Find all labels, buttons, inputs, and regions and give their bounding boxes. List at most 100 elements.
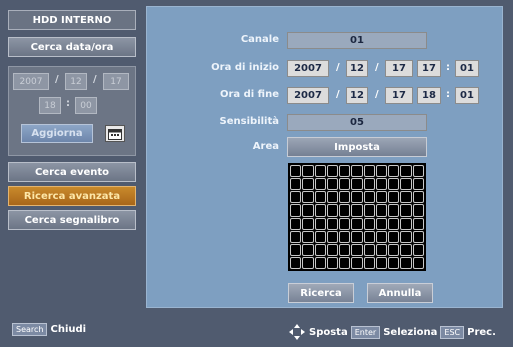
area-cell[interactable] (412, 256, 424, 269)
area-cell[interactable] (351, 191, 363, 204)
area-cell[interactable] (400, 165, 412, 178)
area-cell[interactable] (326, 165, 339, 178)
end-minute-field[interactable]: 01 (455, 87, 479, 104)
area-cell[interactable] (351, 178, 363, 191)
search-button[interactable]: Ricerca (288, 283, 354, 303)
area-cell[interactable] (400, 217, 412, 230)
sidebar-hour-field[interactable]: 18 (39, 97, 61, 114)
area-cell[interactable] (375, 204, 388, 217)
area-cell[interactable] (363, 230, 375, 243)
area-cell[interactable] (412, 191, 424, 204)
area-cell[interactable] (351, 165, 363, 178)
area-cell[interactable] (326, 243, 339, 256)
area-cell[interactable] (375, 178, 388, 191)
area-cell[interactable] (302, 217, 314, 230)
area-cell[interactable] (375, 243, 388, 256)
area-cell[interactable] (351, 256, 363, 269)
area-cell[interactable] (400, 204, 412, 217)
area-cell[interactable] (375, 230, 388, 243)
esc-key[interactable]: ESC (440, 325, 465, 339)
sidebar-month-field[interactable]: 12 (65, 73, 87, 90)
area-cell[interactable] (302, 256, 314, 269)
update-button[interactable]: Aggiorna (21, 124, 93, 143)
area-cell[interactable] (351, 243, 363, 256)
area-cell[interactable] (290, 217, 302, 230)
area-cell[interactable] (326, 217, 339, 230)
area-cell[interactable] (375, 191, 388, 204)
area-cell[interactable] (400, 243, 412, 256)
area-cell[interactable] (388, 243, 400, 256)
area-cell[interactable] (400, 191, 412, 204)
area-cell[interactable] (339, 191, 351, 204)
area-cell[interactable] (412, 243, 424, 256)
area-cell[interactable] (290, 165, 302, 178)
area-cell[interactable] (363, 256, 375, 269)
area-cell[interactable] (314, 165, 326, 178)
area-cell[interactable] (314, 256, 326, 269)
area-cell[interactable] (326, 191, 339, 204)
end-hour-field[interactable]: 18 (417, 87, 441, 104)
enter-key[interactable]: Enter (350, 325, 381, 339)
area-cell[interactable] (339, 217, 351, 230)
sidebar-day-field[interactable]: 17 (103, 73, 129, 90)
area-cell[interactable] (326, 256, 339, 269)
sidebar-year-field[interactable]: 2007 (13, 73, 49, 90)
area-cell[interactable] (363, 204, 375, 217)
sidebar-minute-field[interactable]: 00 (75, 97, 97, 114)
area-cell[interactable] (412, 204, 424, 217)
cancel-button[interactable]: Annulla (367, 283, 433, 303)
start-year-field[interactable]: 2007 (287, 60, 329, 77)
area-cell[interactable] (351, 217, 363, 230)
area-cell[interactable] (339, 204, 351, 217)
search-date-button[interactable]: Cerca data/ora (8, 37, 136, 57)
area-cell[interactable] (326, 178, 339, 191)
sidebar-item-bookmark-search[interactable]: Cerca segnalibro (8, 210, 136, 230)
area-cell[interactable] (302, 191, 314, 204)
calendar-icon[interactable] (105, 125, 125, 142)
area-cell[interactable] (314, 204, 326, 217)
area-cell[interactable] (375, 256, 388, 269)
area-cell[interactable] (351, 230, 363, 243)
area-cell[interactable] (314, 217, 326, 230)
area-cell[interactable] (339, 165, 351, 178)
area-cell[interactable] (290, 191, 302, 204)
end-month-field[interactable]: 12 (346, 87, 368, 104)
end-year-field[interactable]: 2007 (287, 87, 329, 104)
area-cell[interactable] (302, 230, 314, 243)
area-cell[interactable] (314, 230, 326, 243)
area-cell[interactable] (388, 256, 400, 269)
area-cell[interactable] (314, 178, 326, 191)
area-cell[interactable] (351, 204, 363, 217)
area-cell[interactable] (412, 178, 424, 191)
area-cell[interactable] (400, 230, 412, 243)
area-cell[interactable] (339, 178, 351, 191)
motion-area-grid[interactable] (288, 163, 426, 271)
area-cell[interactable] (388, 230, 400, 243)
area-cell[interactable] (363, 178, 375, 191)
area-cell[interactable] (290, 204, 302, 217)
area-cell[interactable] (400, 178, 412, 191)
area-cell[interactable] (363, 191, 375, 204)
search-key[interactable]: Search (12, 323, 48, 336)
area-cell[interactable] (302, 243, 314, 256)
area-cell[interactable] (339, 243, 351, 256)
sidebar-item-event-search[interactable]: Cerca evento (8, 162, 136, 182)
channel-field[interactable]: 01 (287, 32, 427, 49)
area-cell[interactable] (388, 217, 400, 230)
set-area-button[interactable]: Imposta (287, 137, 427, 157)
area-cell[interactable] (375, 165, 388, 178)
area-cell[interactable] (326, 204, 339, 217)
area-cell[interactable] (388, 165, 400, 178)
area-cell[interactable] (400, 256, 412, 269)
start-month-field[interactable]: 12 (346, 60, 368, 77)
area-cell[interactable] (388, 178, 400, 191)
start-minute-field[interactable]: 01 (455, 60, 479, 77)
area-cell[interactable] (388, 204, 400, 217)
end-day-field[interactable]: 17 (385, 87, 413, 104)
area-cell[interactable] (363, 217, 375, 230)
area-cell[interactable] (290, 230, 302, 243)
area-cell[interactable] (363, 243, 375, 256)
area-cell[interactable] (314, 191, 326, 204)
area-cell[interactable] (290, 243, 302, 256)
area-cell[interactable] (375, 217, 388, 230)
